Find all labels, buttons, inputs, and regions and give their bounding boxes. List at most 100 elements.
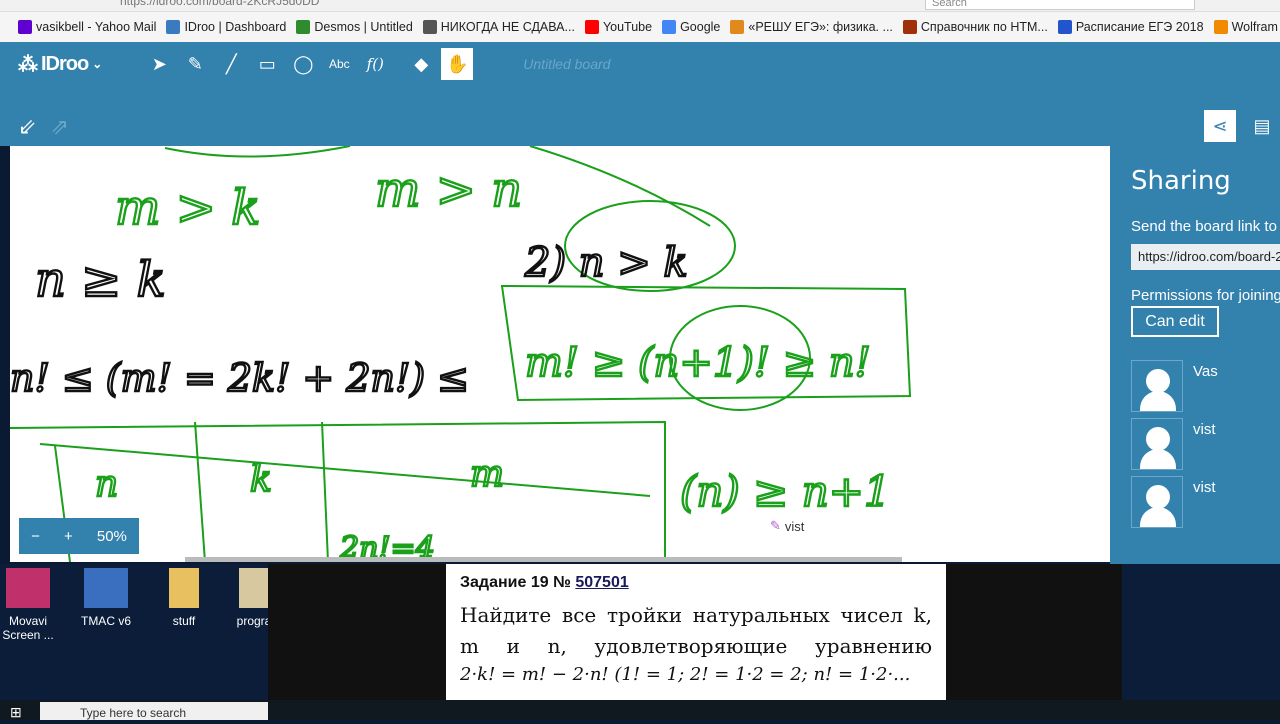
bookmark-favicon-icon xyxy=(902,20,917,34)
bookmark-label: Google xyxy=(680,20,721,34)
zoom-control: − + 50% xyxy=(19,518,139,554)
bookmark-item[interactable]: Desmos | Untitled xyxy=(296,20,413,34)
arrow-out-icon[interactable]: ⇗ xyxy=(50,114,68,140)
rectangle-tool-icon[interactable]: ▭ xyxy=(249,48,285,80)
user-name: Vas xyxy=(1193,363,1218,380)
bookmark-favicon-icon xyxy=(584,20,599,34)
bookmarks-bar: vasikbell - Yahoo Mail IDroo | Dashboard D… xyxy=(0,12,1280,42)
bookmark-label: Расписание ЕГЭ 2018 xyxy=(1075,20,1204,34)
bookmark-label: YouTube xyxy=(602,20,653,34)
task-number-link[interactable]: 507501 xyxy=(575,574,628,591)
hand-tool-icon[interactable]: ✋ xyxy=(441,48,474,80)
bookmark-label: Wolfram xyxy=(1231,20,1278,34)
chevron-down-icon: ⌄ xyxy=(92,57,102,71)
zoom-in-button[interactable]: + xyxy=(64,528,73,545)
bookmark-favicon-icon xyxy=(166,20,181,34)
share-icon[interactable]: ⋖ xyxy=(1204,110,1236,142)
note: m! ≥ (n+1)! ≥ n! xyxy=(525,340,871,386)
sidebar-tabs: ⋖ ▤ xyxy=(1204,110,1278,142)
browser-url-bar: https://idroo.com/board-2KcRJ5d0DD Searc… xyxy=(0,0,1280,12)
bookmark-label: IDroo | Dashboard xyxy=(184,20,287,34)
note: k xyxy=(250,459,272,500)
board-title[interactable]: Untitled board xyxy=(523,56,610,72)
zoom-out-button[interactable]: − xyxy=(31,528,40,545)
bookmark-favicon-icon xyxy=(1057,20,1072,34)
stroke xyxy=(39,443,651,497)
line-tool-icon[interactable]: ╱ xyxy=(213,48,249,80)
note: m xyxy=(470,454,504,495)
task-header: Задание 19 № 507501 xyxy=(460,574,629,591)
taskbar-search-input[interactable]: Type here to search xyxy=(40,702,268,720)
windows-start-icon[interactable]: ⊞ xyxy=(10,704,22,721)
bookmark-label: НИКОГДА НЕ СДАВА... xyxy=(440,20,575,34)
whiteboard-canvas[interactable]: m > k m > n n ≥ k 2) n > k n! ≤ (m! = 2k… xyxy=(10,146,1110,562)
note: m > n xyxy=(375,162,522,218)
permissions-label: Permissions for joining xyxy=(1131,287,1280,304)
bookmark-favicon-icon xyxy=(1213,20,1228,34)
logo-text: IDroo xyxy=(41,52,89,75)
bookmark-label: «РЕШУ ЕГЭ»: физика. ... xyxy=(748,20,893,34)
cursor-username: vist xyxy=(784,518,805,534)
black-panel xyxy=(268,564,446,720)
task-equation: 2·k! = m! − 2·n! (1! = 1; 2! = 1·2 = 2; … xyxy=(460,664,911,685)
ellipse-tool-icon[interactable]: ◯ xyxy=(285,48,321,80)
note: (n) ≥ n+1 xyxy=(680,467,891,516)
bookmark-item[interactable]: Google xyxy=(662,20,720,34)
zoom-level: 50% xyxy=(96,527,127,545)
eraser-tool-icon[interactable]: ◆ xyxy=(403,48,439,80)
sidebar-title: Sharing xyxy=(1131,166,1231,196)
task-text: Найдите все тройки натуральных чисел k, … xyxy=(460,603,932,658)
remote-cursor: ✎ vist xyxy=(770,518,804,534)
bookmark-item[interactable]: YouTube xyxy=(584,20,653,34)
bookmark-favicon-icon xyxy=(296,20,311,34)
horizontal-scrollbar[interactable] xyxy=(185,557,902,562)
bookmark-item[interactable]: IDroo | Dashboard xyxy=(166,20,286,34)
problem-document: Задание 19 № 507501 Найдите все тройки н… xyxy=(446,564,946,720)
user-name: vist xyxy=(1193,479,1216,496)
bookmark-item[interactable]: Справочник по HTM... xyxy=(902,20,1048,34)
bookmark-favicon-icon xyxy=(730,20,745,34)
bookmark-label: Справочник по HTM... xyxy=(920,20,1048,34)
user-avatar-icon xyxy=(1131,360,1183,412)
bookmark-item[interactable]: Расписание ЕГЭ 2018 xyxy=(1057,20,1204,34)
bookmark-favicon-icon xyxy=(18,20,32,34)
black-panel xyxy=(946,564,1122,704)
send-link-label: Send the board link to xyxy=(1131,218,1277,235)
desktop-icon-movavi[interactable]: Movavi Screen ... xyxy=(0,568,60,642)
toolbar: ⁂ IDroo ⌄ ➤ ✎ ╱ ▭ ◯ Abc f() ◆ ✋ Untitled b… xyxy=(18,48,610,80)
desktop-icon-stuff[interactable]: stuff xyxy=(152,568,216,628)
bookmark-favicon-icon xyxy=(662,20,677,34)
sharing-sidebar: Sharing Send the board link to https://i… xyxy=(1110,146,1280,564)
nav-arrows: ⇙ ⇗ xyxy=(18,114,69,140)
note: n! ≤ (m! = 2k! + 2n!) ≤ xyxy=(10,356,469,400)
url-field[interactable]: https://idroo.com/board-2KcRJ5d0DD xyxy=(120,0,319,8)
idroo-menu[interactable]: ⁂ IDroo ⌄ xyxy=(18,52,102,77)
arrow-in-icon[interactable]: ⇙ xyxy=(18,114,36,140)
note: m > k xyxy=(115,180,260,236)
stroke xyxy=(529,146,711,227)
pencil-cursor-icon: ✎ xyxy=(770,518,781,533)
board-link-field[interactable]: https://idroo.com/board-2KcRJ5d0DD xyxy=(1131,244,1280,270)
logo-icon: ⁂ xyxy=(18,53,38,76)
bookmark-item[interactable]: НИКОГДА НЕ СДАВА... xyxy=(422,20,575,34)
bookmark-item[interactable]: Wolfram xyxy=(1213,20,1278,34)
formula-tool-icon[interactable]: f() xyxy=(357,48,393,80)
chat-icon[interactable]: ▤ xyxy=(1246,110,1278,142)
bookmark-favicon-icon xyxy=(422,20,437,34)
user-name: vist xyxy=(1193,421,1216,438)
permission-button[interactable]: Can edit xyxy=(1131,306,1219,337)
pencil-tool-icon[interactable]: ✎ xyxy=(177,48,213,80)
bookmark-item[interactable]: «РЕШУ ЕГЭ»: физика. ... xyxy=(730,20,893,34)
user-avatar-icon xyxy=(1131,418,1183,470)
bookmark-label: Desmos | Untitled xyxy=(314,20,413,34)
browser-search-input[interactable]: Search xyxy=(925,0,1195,10)
user-avatar-icon xyxy=(1131,476,1183,528)
taskbar: ⊞ Type here to search xyxy=(0,700,1280,720)
select-tool-icon[interactable]: ➤ xyxy=(141,48,177,80)
board-drawing: m > k m > n n ≥ k 2) n > k n! ≤ (m! = 2k… xyxy=(10,146,912,562)
note: 2) n > k xyxy=(524,240,688,286)
bookmark-item[interactable]: vasikbell - Yahoo Mail xyxy=(18,20,156,34)
desktop-icon-tmac[interactable]: TMAC v6 xyxy=(74,568,138,628)
stroke xyxy=(164,146,351,158)
text-tool-icon[interactable]: Abc xyxy=(321,48,357,80)
